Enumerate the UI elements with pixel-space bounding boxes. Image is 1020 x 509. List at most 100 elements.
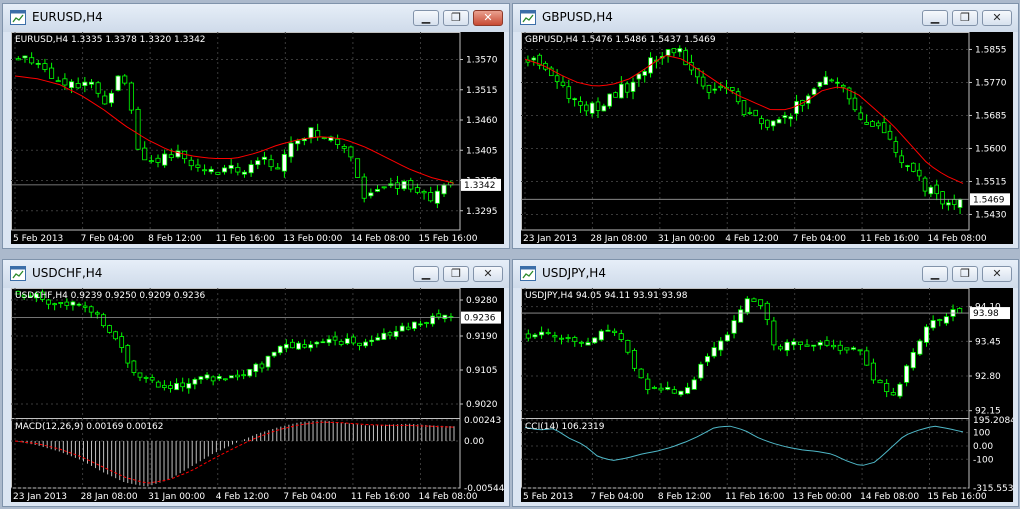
title-bar[interactable]: GBPUSD,H4 ▁ ❐ ✕: [513, 4, 1018, 32]
candle: [545, 328, 551, 336]
candle: [131, 359, 137, 376]
candle: [731, 315, 737, 339]
chart-window-usdjpy[interactable]: USDJPY,H4 ▁ ❐ ✕ 94.1093.4592.8092.155 Fe…: [512, 259, 1019, 507]
candle: [394, 175, 400, 195]
time-tick-label: 8 Feb 12:00: [148, 234, 202, 244]
candle: [229, 375, 234, 379]
candle: [791, 338, 797, 351]
restore-button[interactable]: ❐: [443, 10, 469, 26]
candle: [399, 322, 405, 332]
price-tick-label: 1.3295: [466, 207, 498, 217]
time-tick-label: 15 Feb 16:00: [418, 234, 477, 244]
close-button[interactable]: ✕: [982, 10, 1012, 26]
ohlc-label: USDJPY,H4 94.05 94.11 93.91 93.98: [525, 291, 688, 301]
candle: [951, 194, 957, 210]
candle: [241, 369, 246, 380]
minimize-button[interactable]: ▁: [922, 10, 948, 26]
candle: [625, 339, 631, 355]
candle: [934, 179, 939, 201]
time-tick-label: 14 Feb 08:00: [928, 234, 987, 244]
window-title: EURUSD,H4: [32, 10, 103, 24]
candle: [338, 339, 344, 347]
candle: [957, 198, 963, 215]
minimize-button[interactable]: ▁: [413, 266, 439, 282]
indicator-tick-label: 100: [973, 429, 990, 439]
candle: [271, 351, 277, 358]
candle: [374, 184, 381, 193]
candle: [605, 324, 611, 332]
minimize-button[interactable]: ▁: [922, 266, 948, 282]
candle: [88, 305, 94, 318]
restore-button[interactable]: ❐: [952, 10, 978, 26]
candle: [897, 382, 903, 399]
price-tick-label: 0.9190: [466, 332, 498, 342]
candle: [268, 154, 274, 171]
restore-button[interactable]: ❐: [952, 266, 978, 282]
candle: [744, 296, 750, 316]
candle: [884, 379, 890, 398]
indicator-tick-label: 0.00243: [464, 416, 501, 426]
candle: [704, 353, 711, 366]
candle: [29, 52, 35, 65]
candle: [811, 344, 817, 352]
close-icon: ✕: [483, 267, 493, 280]
candle: [241, 169, 248, 178]
candle: [937, 318, 943, 327]
candle: [308, 340, 314, 352]
price-chart[interactable]: 1.5855 1.5770 1.5685 1.5600 1.5515 1.5430 23 J…: [521, 32, 1013, 244]
minimize-button[interactable]: ▁: [413, 10, 439, 26]
price-tick-label: 0.9020: [466, 400, 498, 410]
candle: [850, 346, 857, 351]
candle: [537, 53, 542, 70]
candle: [277, 345, 283, 356]
candle: [381, 186, 387, 190]
candle: [88, 79, 95, 89]
candle: [328, 135, 334, 143]
price-chart[interactable]: 0.9280 0.9190 0.9105 0.9020 23 Jan 2013 28 Ja…: [11, 288, 504, 502]
candle: [758, 299, 764, 310]
time-tick-label: 23 Jan 2013: [13, 492, 67, 502]
price-chart[interactable]: 1.35701.35151.34601.34051.33501.32955 Fe…: [11, 32, 504, 244]
restore-button[interactable]: ❐: [443, 266, 469, 282]
candle: [560, 75, 566, 88]
candle: [804, 339, 810, 347]
candle: [428, 186, 434, 203]
candle: [619, 76, 624, 99]
candle: [113, 330, 118, 341]
candle: [137, 372, 143, 382]
candle: [864, 346, 870, 366]
title-bar[interactable]: USDCHF,H4 ▁ ❐ ✕: [3, 260, 509, 288]
candle: [797, 341, 803, 351]
time-tick-label: 28 Jan 08:00: [81, 492, 138, 502]
plot-frame: [11, 32, 461, 231]
close-button[interactable]: ✕: [982, 266, 1012, 282]
candle: [119, 332, 125, 353]
close-button[interactable]: ✕: [473, 10, 503, 26]
candle: [904, 364, 910, 387]
price-chart[interactable]: 94.1093.4592.8092.155 Feb 20137 Feb 04:0…: [521, 288, 1013, 502]
time-tick-label: 4 Feb 12:00: [216, 492, 270, 502]
title-bar[interactable]: EURUSD,H4 ▁ ❐ ✕: [3, 4, 509, 32]
candle: [341, 144, 347, 154]
chart-window-eurusd[interactable]: EURUSD,H4 ▁ ❐ ✕ 1.3570 1.3515 1.3460 1.3405…: [2, 3, 510, 249]
candle: [817, 81, 823, 90]
candle: [671, 48, 677, 57]
restore-icon: ❐: [451, 11, 461, 24]
chart-window-usdchf[interactable]: USDCHF,H4 ▁ ❐ ✕ 0.9280 0.9190 0.9105 0.9020…: [2, 259, 510, 507]
window-title: GBPUSD,H4: [542, 10, 613, 24]
candle: [95, 80, 101, 98]
candle: [572, 97, 577, 107]
candle: [188, 156, 194, 171]
candle: [101, 312, 106, 328]
candle: [369, 335, 375, 346]
title-bar[interactable]: USDJPY,H4 ▁ ❐ ✕: [513, 260, 1018, 288]
candle: [149, 374, 155, 384]
candle: [441, 183, 447, 198]
candle: [76, 302, 82, 307]
chart-window-gbpusd[interactable]: GBPUSD,H4 ▁ ❐ ✕ 1.5855 1.5770 1.5685 1.5600…: [512, 3, 1019, 249]
candle: [355, 158, 361, 178]
candle: [424, 321, 429, 328]
candle: [800, 99, 805, 112]
close-button[interactable]: ✕: [473, 266, 503, 282]
price-tick-label: 1.3460: [466, 116, 498, 126]
